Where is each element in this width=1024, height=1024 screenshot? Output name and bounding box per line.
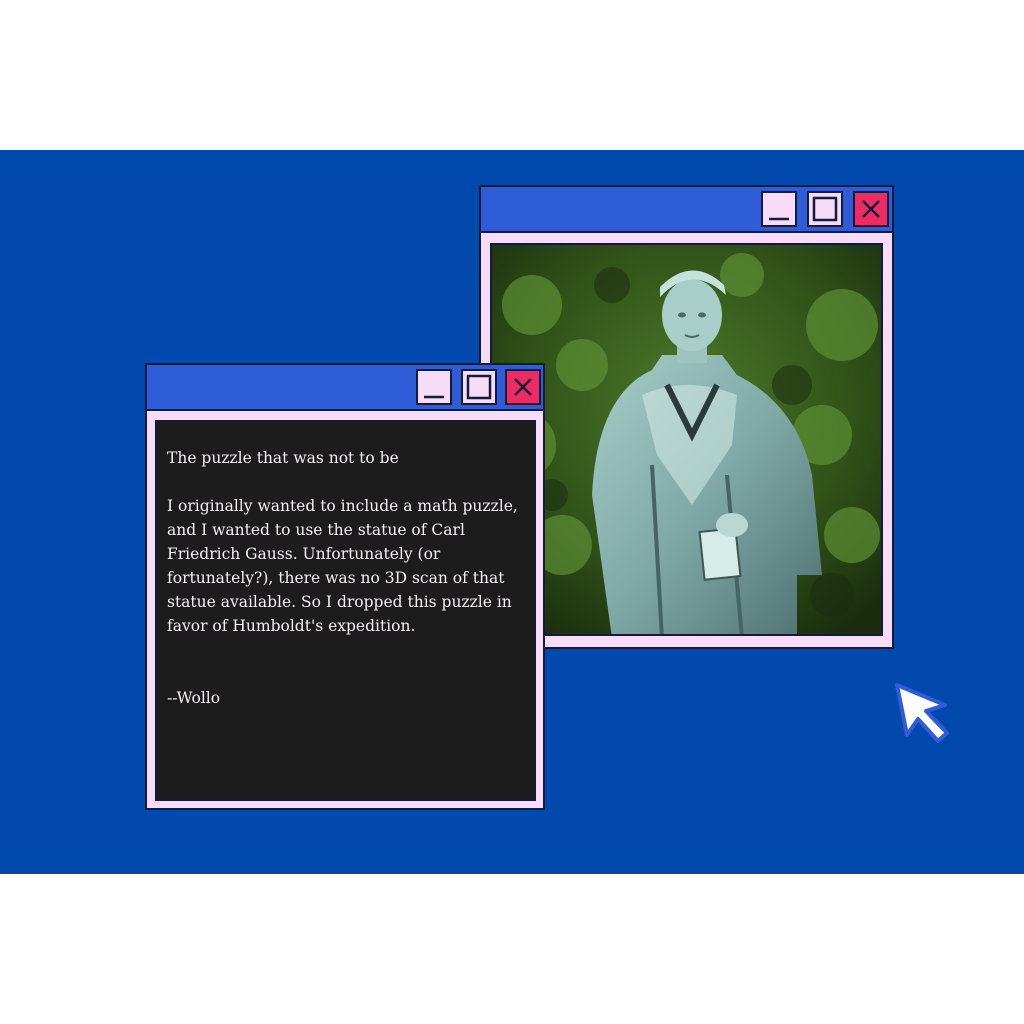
minimize-icon bbox=[424, 395, 444, 399]
close-button[interactable] bbox=[853, 191, 889, 227]
maximize-icon bbox=[812, 196, 838, 222]
text-window-titlebar[interactable] bbox=[147, 365, 543, 411]
note-heading: The puzzle that was not to be bbox=[167, 449, 399, 467]
note-signature: --Wollo bbox=[167, 689, 221, 707]
note-body: I originally wanted to include a math pu… bbox=[167, 497, 518, 635]
text-window: The puzzle that was not to be I original… bbox=[145, 363, 545, 810]
text-content-pane: The puzzle that was not to be I original… bbox=[155, 420, 536, 801]
close-icon bbox=[862, 200, 880, 218]
maximize-button[interactable] bbox=[461, 369, 497, 405]
photo-window-titlebar[interactable] bbox=[481, 187, 892, 233]
pointer-arrow-icon bbox=[895, 683, 949, 743]
minimize-button[interactable] bbox=[416, 369, 452, 405]
minimize-icon bbox=[769, 217, 789, 221]
close-icon bbox=[514, 378, 532, 396]
gauss-statue-photo bbox=[490, 243, 883, 636]
maximize-icon bbox=[466, 374, 492, 400]
close-button[interactable] bbox=[505, 369, 541, 405]
minimize-button[interactable] bbox=[761, 191, 797, 227]
maximize-button[interactable] bbox=[807, 191, 843, 227]
